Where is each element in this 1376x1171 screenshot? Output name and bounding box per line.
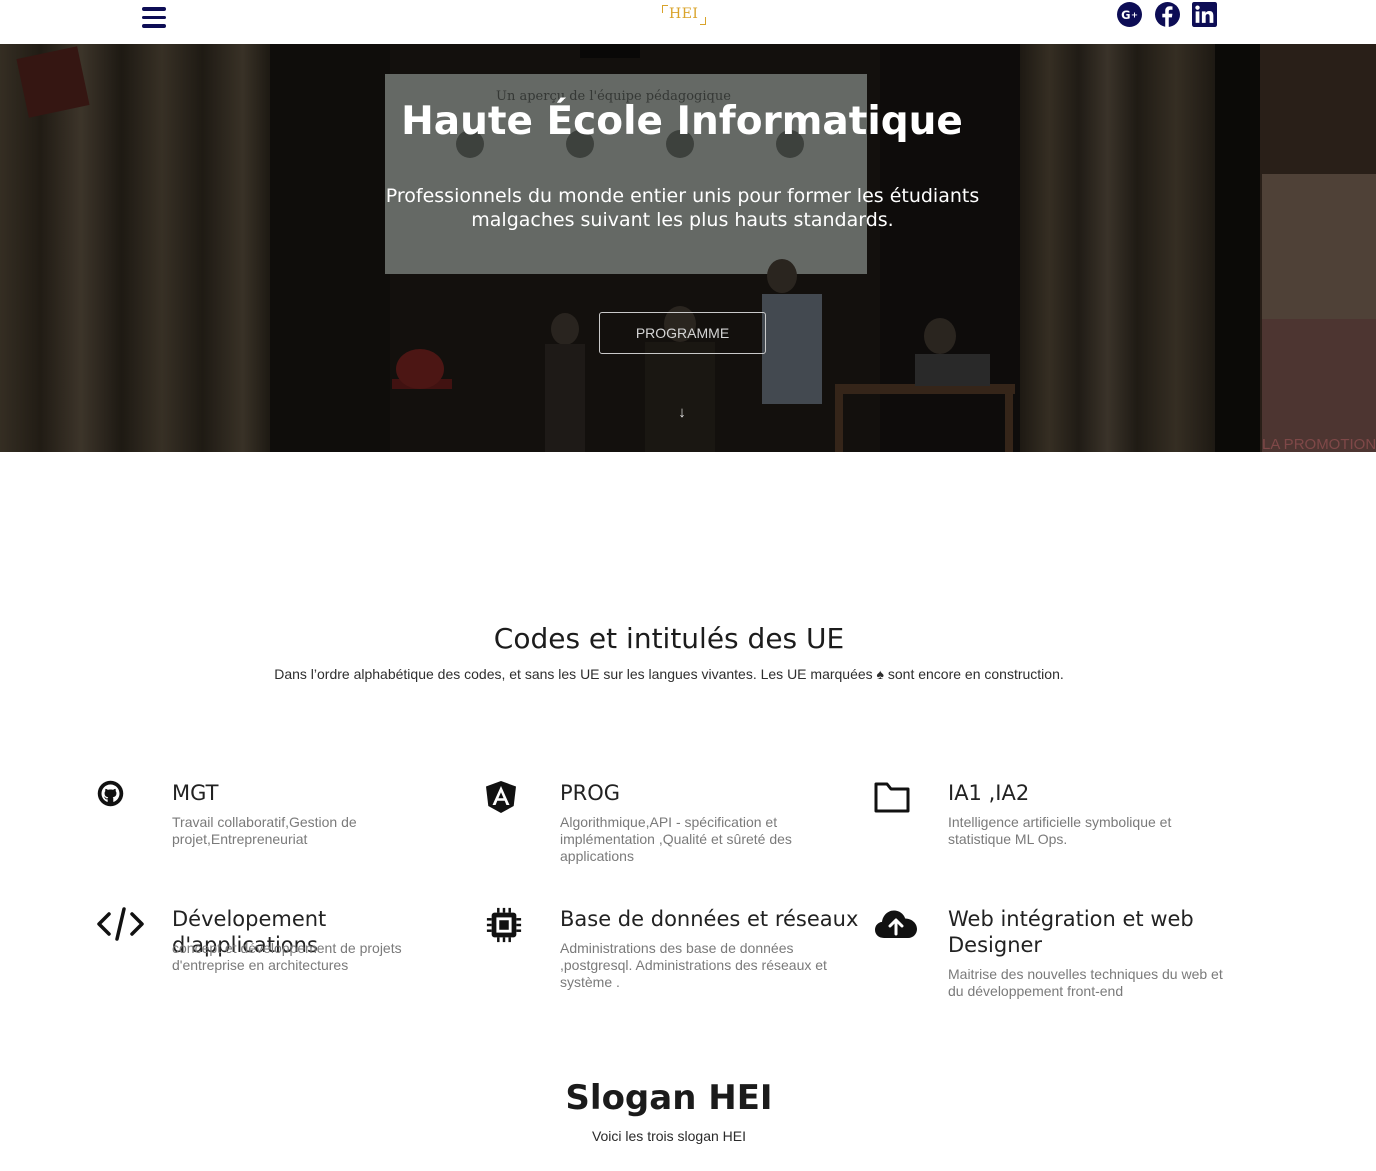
programme-button[interactable]: PROGRAMME [599, 312, 766, 354]
ue-card-description: Algorithmique,API - spécification et imp… [560, 814, 792, 864]
ue-card-description: Administrations des base de données ,pos… [560, 940, 827, 990]
svg-text:+: + [1131, 10, 1138, 20]
ue-card-title: Web intégration et web Designer [948, 907, 1194, 957]
scroll-down-arrow-icon[interactable]: ↓ [674, 404, 690, 424]
ue-card-title: MGT [172, 781, 219, 805]
cloud-upload-icon [875, 910, 917, 938]
ue-card-title: PROG [560, 781, 621, 805]
ue-section-subtitle: Dans l’ordre alphabétique des codes, et … [274, 666, 1064, 682]
ue-card-description: Maitrise des nouvelles techniques du web… [948, 966, 1223, 999]
ue-card-description: Travail collaboratif,Gestion de projet,E… [172, 814, 357, 847]
ue-card-description: concept et développement de projets d'en… [172, 940, 402, 973]
svg-text:G: G [1121, 8, 1130, 22]
cpu-chip-icon [486, 907, 522, 943]
github-icon [97, 780, 124, 807]
logo-text: HEI [669, 6, 699, 22]
code-icon [97, 907, 144, 941]
linkedin-icon[interactable] [1192, 2, 1217, 27]
hero-title: Haute École Informatique [401, 99, 963, 144]
hero-subtitle: Professionnels du monde entier unis pour… [385, 185, 980, 231]
ue-card-title: Base de données et réseaux [560, 907, 859, 931]
google-plus-icon[interactable]: G + [1117, 2, 1142, 27]
slogan-title: Slogan HEI [565, 1078, 773, 1118]
hei-logo[interactable]: HEI [662, 4, 706, 26]
ue-card-title: IA1 ,IA2 [948, 781, 1030, 805]
ue-section-title: Codes et intitulés des UE [493, 622, 845, 655]
folder-icon [874, 782, 910, 813]
facebook-icon[interactable] [1155, 2, 1180, 27]
ue-card-description: Intelligence artificielle symbolique et … [948, 814, 1172, 847]
menu-icon[interactable] [142, 7, 166, 28]
navbar: HEI G + [0, 0, 1376, 44]
hero-banner: Un aperçu de l'équipe pédagogique LA PRO… [0, 44, 1376, 452]
slogan-subtitle: Voici les trois slogan HEI [591, 1128, 747, 1144]
angular-icon [486, 781, 516, 813]
